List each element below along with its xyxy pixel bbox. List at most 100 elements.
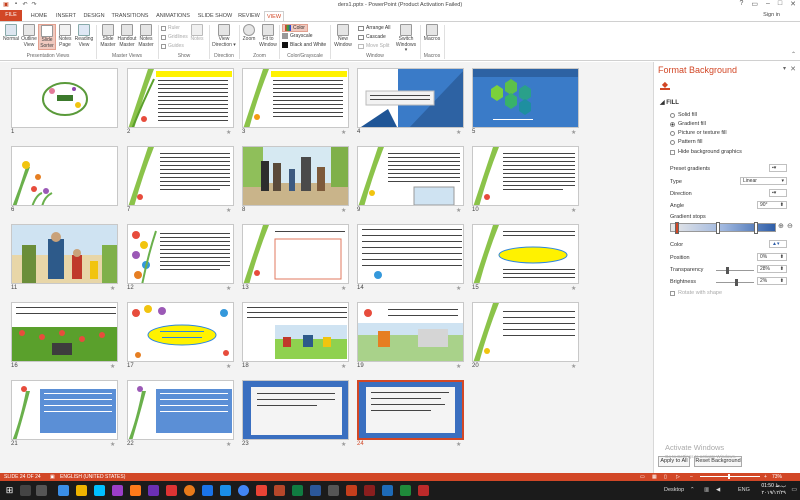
app-icon-powerpoint-active[interactable] <box>346 485 357 496</box>
gridlines-checkbox[interactable]: Gridlines <box>161 34 188 40</box>
app-icon-photoshop[interactable] <box>94 485 105 496</box>
help-icon[interactable]: ? <box>739 0 743 8</box>
volume-icon[interactable]: ◀ <box>716 487 720 493</box>
remove-stop-icon[interactable]: ⊖ <box>787 222 795 232</box>
position-input[interactable]: 0% ⬍ <box>757 253 787 261</box>
switch-windows-button[interactable]: Switch Windows ▾ <box>394 24 418 54</box>
slide-thumbnail[interactable] <box>11 224 118 284</box>
chevron-down-icon[interactable]: ▾ <box>783 65 786 72</box>
slide-thumbnail[interactable] <box>472 224 579 284</box>
tab-transitions[interactable]: TRANSITIONS <box>110 11 150 21</box>
notes-page-button[interactable]: Notes Page <box>57 24 73 48</box>
app-icon-generic-3[interactable] <box>418 485 429 496</box>
brightness-input[interactable]: 2% ⬍ <box>757 277 787 285</box>
app-icon-firefox[interactable] <box>184 485 195 496</box>
transparency-input[interactable]: 28% ⬍ <box>757 265 787 273</box>
transparency-slider-thumb[interactable] <box>726 267 729 274</box>
normal-view-status-icon[interactable]: ▭ <box>640 473 645 481</box>
slideshow-status-icon[interactable]: ▷ <box>676 473 680 481</box>
network-icon[interactable]: ▥ <box>704 487 709 493</box>
gradient-stops-bar[interactable] <box>670 223 776 232</box>
slide-thumbnail[interactable] <box>127 224 234 284</box>
view-direction-button[interactable]: View Direction ▾ <box>211 24 237 48</box>
slide-sorter-button[interactable]: Slide Sorter <box>38 24 56 50</box>
app-icon-generic-2[interactable] <box>400 485 411 496</box>
slide-thumbnail[interactable] <box>127 68 234 128</box>
app-icon-premiere[interactable] <box>112 485 123 496</box>
slide-thumbnail[interactable] <box>472 302 579 362</box>
desktop-toolbar-label[interactable]: Desktop <box>664 487 684 493</box>
handout-master-button[interactable]: Handout Master <box>117 24 137 48</box>
slide-thumbnail[interactable] <box>127 302 234 362</box>
ruler-checkbox[interactable]: Ruler <box>161 25 180 31</box>
clock[interactable]: 01:50 ب.ظ ۲۰۱۹/۱۲/۲۹ <box>761 483 786 497</box>
slide-thumbnail[interactable] <box>357 302 464 362</box>
notes-master-button[interactable]: Notes Master <box>137 24 155 48</box>
tab-design[interactable]: DESIGN <box>82 11 106 21</box>
minimize-button[interactable]: – <box>766 0 770 8</box>
slide-thumbnail[interactable] <box>127 380 234 440</box>
reading-view-status-icon[interactable]: ▯ <box>664 473 667 481</box>
hide-background-checkbox[interactable]: Hide background graphics <box>670 149 742 155</box>
direction-dropdown[interactable]: ▪▾ <box>769 189 787 197</box>
slide-thumbnail[interactable] <box>11 68 118 128</box>
gradient-stop-handle[interactable] <box>754 222 758 234</box>
gradient-fill-radio[interactable]: Gradient fill <box>670 121 706 127</box>
slide-thumbnail[interactable] <box>242 224 349 284</box>
transparency-slider[interactable] <box>716 270 754 271</box>
outline-view-button[interactable]: Outline View <box>21 24 37 48</box>
brightness-slider-thumb[interactable] <box>735 279 738 286</box>
tab-animations[interactable]: ANIMATIONS <box>154 11 192 21</box>
normal-view-button[interactable]: Normal <box>2 24 20 43</box>
move-split-button[interactable]: Move Split <box>358 43 389 49</box>
tab-file[interactable]: FILE <box>0 10 22 21</box>
app-icon-chrome[interactable] <box>238 485 249 496</box>
ribbon-display-icon[interactable]: ▭ <box>751 0 758 8</box>
zoom-slider-thumb[interactable] <box>728 474 730 479</box>
slide-thumbnail[interactable] <box>357 224 464 284</box>
slide-thumbnail-selected[interactable] <box>357 380 464 440</box>
cascade-button[interactable]: Cascade <box>358 34 386 40</box>
slide-thumbnail[interactable] <box>242 302 349 362</box>
app-icon-misc[interactable] <box>328 485 339 496</box>
tab-insert[interactable]: INSERT <box>54 11 78 21</box>
app-icon-explorer[interactable] <box>76 485 87 496</box>
app-icon-media[interactable] <box>256 485 267 496</box>
app-icon-edge[interactable] <box>58 485 69 496</box>
slide-thumbnail[interactable] <box>357 68 464 128</box>
slide-thumbnail[interactable] <box>357 146 464 206</box>
zoom-level[interactable]: 73% <box>772 473 782 481</box>
slide-sorter-status-icon[interactable]: ▦ <box>652 473 657 481</box>
language-status[interactable]: ENGLISH (UNITED STATES) <box>60 473 125 481</box>
tab-review[interactable]: REVIEW <box>236 11 262 21</box>
language-indicator[interactable]: ENG <box>738 487 750 493</box>
preset-gradients-dropdown[interactable]: ▪▾ <box>769 164 787 172</box>
slide-thumbnail[interactable] <box>127 146 234 206</box>
search-icon[interactable] <box>20 485 31 496</box>
slide-master-button[interactable]: Slide Master <box>99 24 117 48</box>
slide-thumbnail[interactable] <box>242 68 349 128</box>
add-stop-icon[interactable]: ⊕ <box>778 222 786 232</box>
arrange-all-button[interactable]: Arrange All <box>358 25 390 31</box>
fill-section-header[interactable]: ◢ FILL <box>660 99 679 106</box>
sign-in-link[interactable]: Sign in <box>763 12 780 18</box>
maximize-button[interactable]: □ <box>778 0 782 8</box>
gradient-stop-handle[interactable] <box>716 222 720 234</box>
black-and-white-button[interactable]: Black and White <box>282 42 326 48</box>
grayscale-button[interactable]: Grayscale <box>282 33 313 39</box>
close-icon[interactable]: ✕ <box>790 65 796 73</box>
app-icon-powerpoint[interactable] <box>274 485 285 496</box>
app-icon-word[interactable] <box>202 485 213 496</box>
tab-slide-show[interactable]: SLIDE SHOW <box>196 11 234 21</box>
collapse-ribbon-icon[interactable]: ⌃ <box>791 51 796 58</box>
app-icon-excel[interactable] <box>292 485 303 496</box>
slide-thumbnail[interactable] <box>11 302 118 362</box>
windows-start-icon[interactable]: ⊞ <box>4 485 15 496</box>
notification-icon[interactable]: ▭ <box>791 486 797 493</box>
zoom-in-icon[interactable]: + <box>764 473 767 481</box>
angle-input[interactable]: 90° ⬍ <box>757 201 787 209</box>
picture-fill-radio[interactable]: Picture or texture fill <box>670 130 727 136</box>
slide-thumbnail[interactable] <box>242 146 349 206</box>
pattern-fill-radio[interactable]: Pattern fill <box>670 139 702 145</box>
color-mode-button[interactable]: Color <box>282 24 308 32</box>
